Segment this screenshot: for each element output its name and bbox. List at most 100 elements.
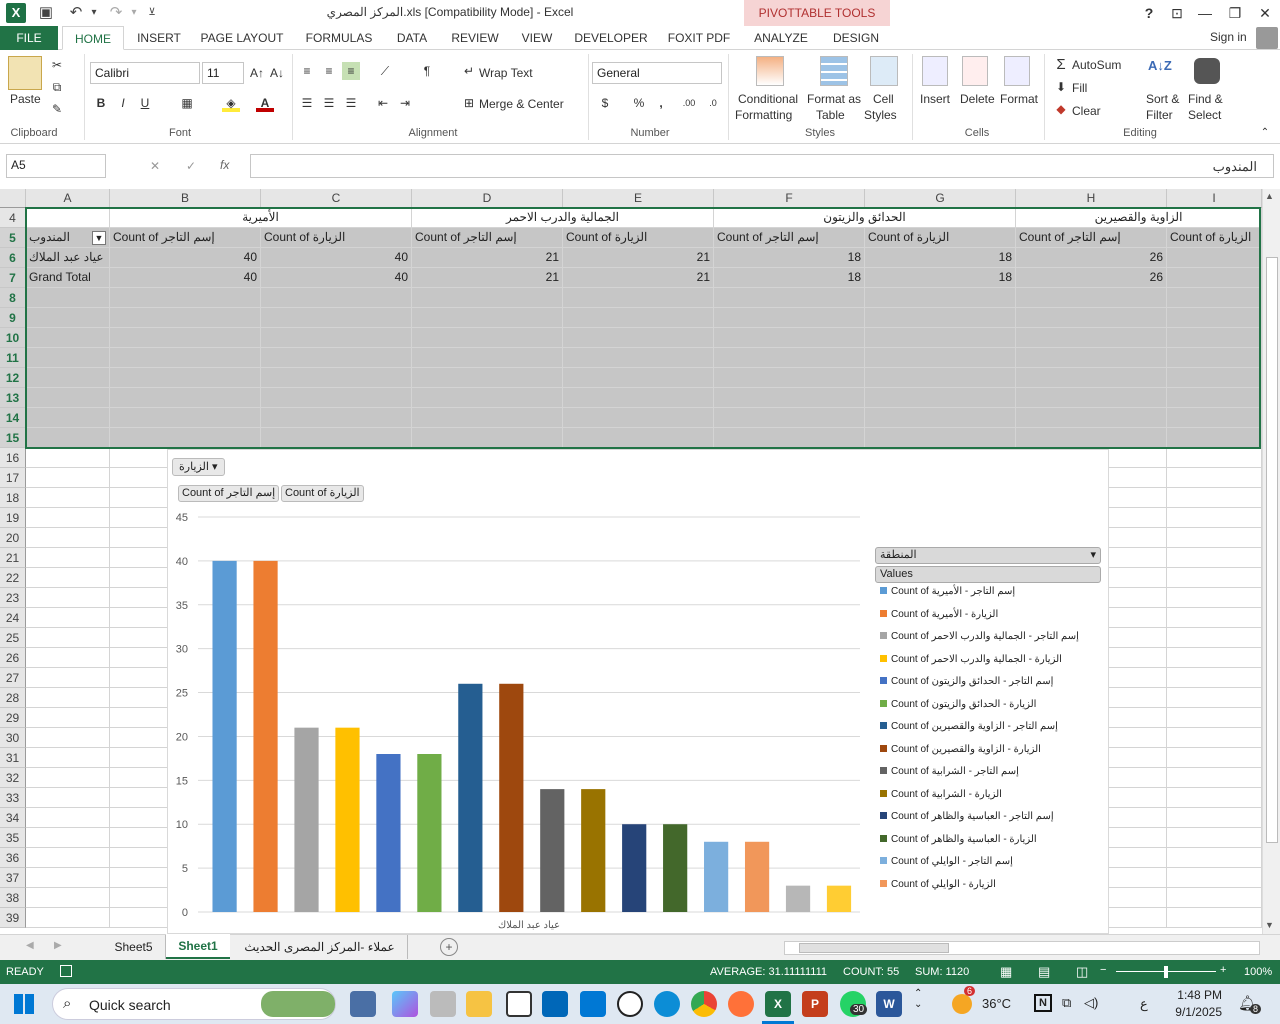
clear-button[interactable]: Clear (1072, 104, 1101, 118)
sheet-tab-sheet1[interactable]: Sheet1 (166, 934, 230, 959)
cell[interactable] (261, 348, 412, 368)
cell[interactable] (1167, 428, 1262, 448)
app-icon[interactable] (430, 991, 456, 1017)
cell[interactable] (412, 348, 563, 368)
pivot-column-header[interactable]: الأميرية (110, 208, 412, 228)
ribbon-display-icon[interactable]: ⊡ (1164, 3, 1190, 23)
legend-item[interactable]: Count of الزيارة - الأميرية (880, 609, 1106, 620)
column-header[interactable]: E (563, 189, 714, 208)
cell[interactable] (26, 888, 110, 908)
autosum-button[interactable]: AutoSum (1072, 58, 1121, 72)
tab-foxit-pdf[interactable]: FOXIT PDF (662, 26, 736, 50)
file-explorer-icon[interactable] (466, 991, 492, 1017)
format-button[interactable]: Format (1000, 92, 1038, 106)
align-right-icon[interactable]: ☰ (342, 94, 360, 112)
cell[interactable]: Count of إسم التاجر (1016, 228, 1167, 248)
save-icon[interactable]: ▣ (36, 3, 56, 23)
legend-values-label[interactable]: Values (875, 566, 1101, 583)
top-align-icon[interactable]: ≡ (298, 62, 316, 80)
row-header[interactable]: 30 (0, 728, 26, 748)
row-header[interactable]: 22 (0, 568, 26, 588)
cell[interactable] (1167, 708, 1262, 728)
tab-data[interactable]: DATA (388, 26, 436, 50)
cell[interactable]: 40 (261, 248, 412, 268)
row-header[interactable]: 7 (0, 268, 26, 288)
sort-label-2[interactable]: Filter (1146, 108, 1173, 122)
cell[interactable] (1167, 368, 1262, 388)
clear-icon[interactable]: ◆ (1052, 100, 1070, 118)
cell[interactable] (714, 308, 865, 328)
taskbar-search-box[interactable]: ⌕ Quick search (52, 988, 336, 1020)
cell[interactable] (26, 628, 110, 648)
sheet-tab-sheet5[interactable]: Sheet5 (102, 935, 166, 959)
cell[interactable] (26, 488, 110, 508)
pivot-chart[interactable]: الزيارة ▾ Count of إسم التاجر Count of ا… (167, 449, 1109, 934)
cell[interactable] (110, 388, 261, 408)
zoom-in-icon[interactable]: + (1220, 964, 1226, 976)
tab-home[interactable]: HOME (62, 26, 124, 50)
cell[interactable] (714, 428, 865, 448)
pdf-app-icon[interactable] (506, 991, 532, 1017)
row-header[interactable]: 5 (0, 228, 26, 248)
row-header[interactable]: 20 (0, 528, 26, 548)
chart-bar[interactable] (581, 789, 606, 912)
format-as-label-2[interactable]: Table (816, 108, 845, 122)
middle-align-icon[interactable]: ≡ (320, 62, 338, 80)
cell[interactable] (412, 368, 563, 388)
cell[interactable] (110, 288, 261, 308)
legend-item[interactable]: Count of الزيارة - الوايلي (880, 879, 1106, 890)
cell[interactable] (261, 388, 412, 408)
insert-function-button[interactable]: fx (220, 158, 229, 172)
redo-dropdown-icon[interactable]: ▾ (124, 3, 144, 23)
legend-item[interactable]: Count of إسم التاجر - الزاوية والقصيرين (880, 721, 1106, 732)
paste-button[interactable]: Paste (10, 92, 41, 106)
undo-dropdown-icon[interactable]: ▾ (84, 3, 104, 23)
cell[interactable]: Count of الزيارة (261, 228, 412, 248)
cell[interactable] (865, 408, 1016, 428)
cell[interactable] (865, 368, 1016, 388)
cell[interactable] (1167, 788, 1262, 808)
copy-icon[interactable]: ⧉ (48, 78, 66, 96)
bold-button[interactable]: B (92, 94, 110, 112)
customize-qat-icon[interactable]: ⊻ (142, 3, 162, 23)
cell[interactable] (26, 588, 110, 608)
cell[interactable] (1167, 668, 1262, 688)
cell[interactable] (412, 308, 563, 328)
chart-bar[interactable] (785, 885, 811, 912)
column-header[interactable]: A (26, 189, 110, 208)
format-painter-icon[interactable]: ✎ (48, 100, 66, 118)
row-header[interactable]: 15 (0, 428, 26, 448)
column-header[interactable]: B (110, 189, 261, 208)
cell[interactable] (26, 808, 110, 828)
cell[interactable] (1167, 688, 1262, 708)
cell[interactable]: 18 (714, 248, 865, 268)
align-left-icon[interactable]: ☰ (298, 94, 316, 112)
cell[interactable] (26, 208, 110, 228)
row-header[interactable]: 26 (0, 648, 26, 668)
cell[interactable] (1167, 488, 1262, 508)
cell[interactable] (1167, 528, 1262, 548)
fill-button[interactable]: Fill (1072, 81, 1087, 95)
vertical-scrollbar[interactable]: ▲ ▼ (1262, 189, 1280, 934)
cell[interactable] (1016, 348, 1167, 368)
close-icon[interactable]: ✕ (1252, 3, 1278, 23)
column-header[interactable]: G (865, 189, 1016, 208)
cell[interactable] (26, 568, 110, 588)
windows-start-icon[interactable] (14, 994, 34, 1014)
legend-item[interactable]: Count of الزيارة - الجمالية والدرب الاحم… (880, 654, 1106, 665)
cell[interactable] (261, 308, 412, 328)
number-format-select[interactable]: General (592, 62, 722, 84)
cell[interactable] (1167, 408, 1262, 428)
row-header[interactable]: 8 (0, 288, 26, 308)
cell[interactable] (412, 288, 563, 308)
merge-center-button[interactable]: Merge & Center (479, 97, 564, 111)
find-select-icon[interactable] (1194, 58, 1220, 84)
format-as-table-icon[interactable] (820, 56, 848, 86)
notion-icon[interactable]: N (1034, 994, 1052, 1012)
cell[interactable] (563, 428, 714, 448)
tab-page-layout[interactable]: PAGE LAYOUT (194, 26, 290, 50)
cell[interactable] (563, 388, 714, 408)
excel-taskbar-icon[interactable]: X (765, 991, 791, 1017)
row-header[interactable]: 21 (0, 548, 26, 568)
collapse-ribbon-icon[interactable]: ⌃ (1256, 124, 1274, 142)
